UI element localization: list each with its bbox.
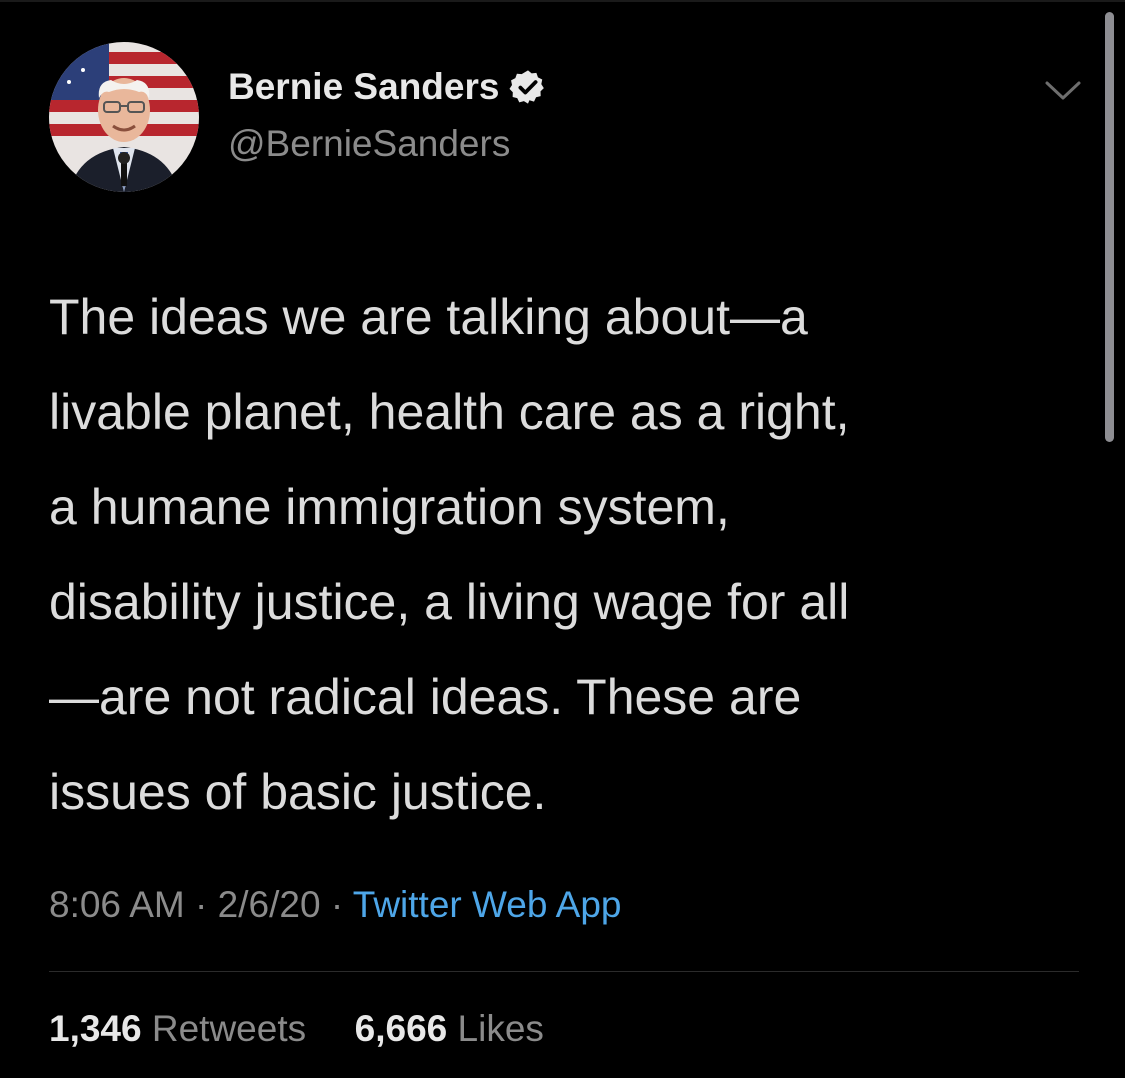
tweet-text-line: The ideas we are talking about—a (49, 289, 808, 345)
author-handle[interactable]: @BernieSanders (228, 123, 510, 165)
profile-photo-icon (49, 42, 199, 192)
tweet-text-line: disability justice, a living wage for al… (49, 574, 850, 630)
tweet-text-line: issues of basic justice. (49, 764, 547, 820)
likes-stat[interactable]: 6,666 Likes (344, 1008, 544, 1049)
author-name-row[interactable]: Bernie Sanders (228, 66, 547, 108)
tweet-time[interactable]: 8:06 AM (49, 884, 185, 925)
tweet-stats: 1,346 Retweets 6,666 Likes (49, 1008, 544, 1050)
stats-divider (49, 971, 1079, 972)
top-divider (0, 0, 1125, 2)
retweets-count: 1,346 (49, 1008, 142, 1049)
avatar[interactable] (49, 42, 199, 192)
scrollbar[interactable] (1105, 12, 1114, 442)
tweet-date[interactable]: 2/6/20 (218, 884, 321, 925)
tweet-text-line: livable planet, health care as a right, (49, 384, 850, 440)
retweets-label: Retweets (151, 1008, 307, 1049)
meta-separator: · (195, 884, 208, 925)
likes-label: Likes (457, 1008, 544, 1049)
tweet-text-line: —are not radical ideas. These are (49, 669, 802, 725)
likes-count: 6,666 (354, 1008, 448, 1049)
tweet-text: The ideas we are talking about—a livable… (49, 270, 1089, 840)
chevron-down-icon[interactable] (1043, 78, 1083, 104)
tweet-text-line: a humane immigration system, (49, 479, 730, 535)
author-display-name[interactable]: Bernie Sanders (228, 66, 499, 108)
retweets-stat[interactable]: 1,346 Retweets (49, 1008, 316, 1049)
tweet-meta: 8:06 AM · 2/6/20 · Twitter Web App (49, 884, 622, 926)
tweet-source-link[interactable]: Twitter Web App (353, 884, 622, 925)
verified-badge-icon (509, 70, 545, 104)
meta-separator: · (330, 884, 344, 925)
